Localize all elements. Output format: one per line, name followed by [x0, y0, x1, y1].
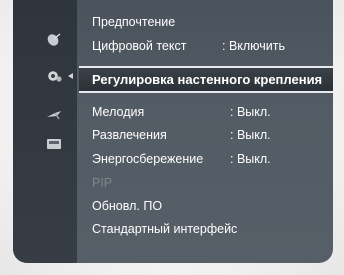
- menu-item-value: : Выкл.: [230, 152, 271, 166]
- menu-category-sidebar: [13, 0, 77, 263]
- satellite-dish-icon[interactable]: [45, 32, 63, 46]
- menu-item-value: : Выкл.: [230, 128, 271, 142]
- menu-item-entertainment[interactable]: Развлечения : Выкл.: [92, 128, 271, 143]
- menu-item-label: Цифровой текст: [92, 39, 187, 53]
- menu-item-label: Предпочтение: [92, 15, 176, 29]
- menu-item-label: Мелодия: [92, 105, 145, 119]
- menu-item-label: Регулировка настенного крепления: [92, 72, 323, 87]
- menu-item-label: Стандартный интерфейс: [92, 222, 238, 236]
- input-plug-icon[interactable]: [45, 108, 63, 122]
- menu-item-software-update[interactable]: Обновл. ПО: [92, 199, 162, 214]
- menu-item-label: Обновл. ПО: [92, 199, 163, 213]
- menu-item-label: Развлечения: [92, 128, 167, 142]
- menu-item-label: PIP: [92, 176, 113, 190]
- setup-menu-panel: Предпочтение Цифровой текст : Включить Р…: [13, 0, 333, 263]
- menu-item-wall-mount-adjustment[interactable]: Регулировка настенного крепления: [79, 66, 333, 93]
- menu-item-digital-text[interactable]: Цифровой текст : Включить: [92, 39, 285, 54]
- menu-item-melody[interactable]: Мелодия : Выкл.: [92, 105, 271, 120]
- menu-item-value: : Включить: [222, 39, 286, 53]
- menu-item-energy-saving[interactable]: Энергосбережение : Выкл.: [92, 152, 271, 167]
- menu-item-common-interface[interactable]: Стандартный интерфейс: [92, 222, 237, 237]
- menu-item-pip: PIP: [92, 176, 112, 191]
- menu-item-label: Энергосбережение: [92, 152, 204, 166]
- menu-item-preference[interactable]: Предпочтение: [92, 15, 175, 30]
- gear-settings-icon[interactable]: [45, 69, 73, 83]
- application-icon[interactable]: [45, 137, 63, 151]
- menu-item-value: : Выкл.: [230, 105, 271, 119]
